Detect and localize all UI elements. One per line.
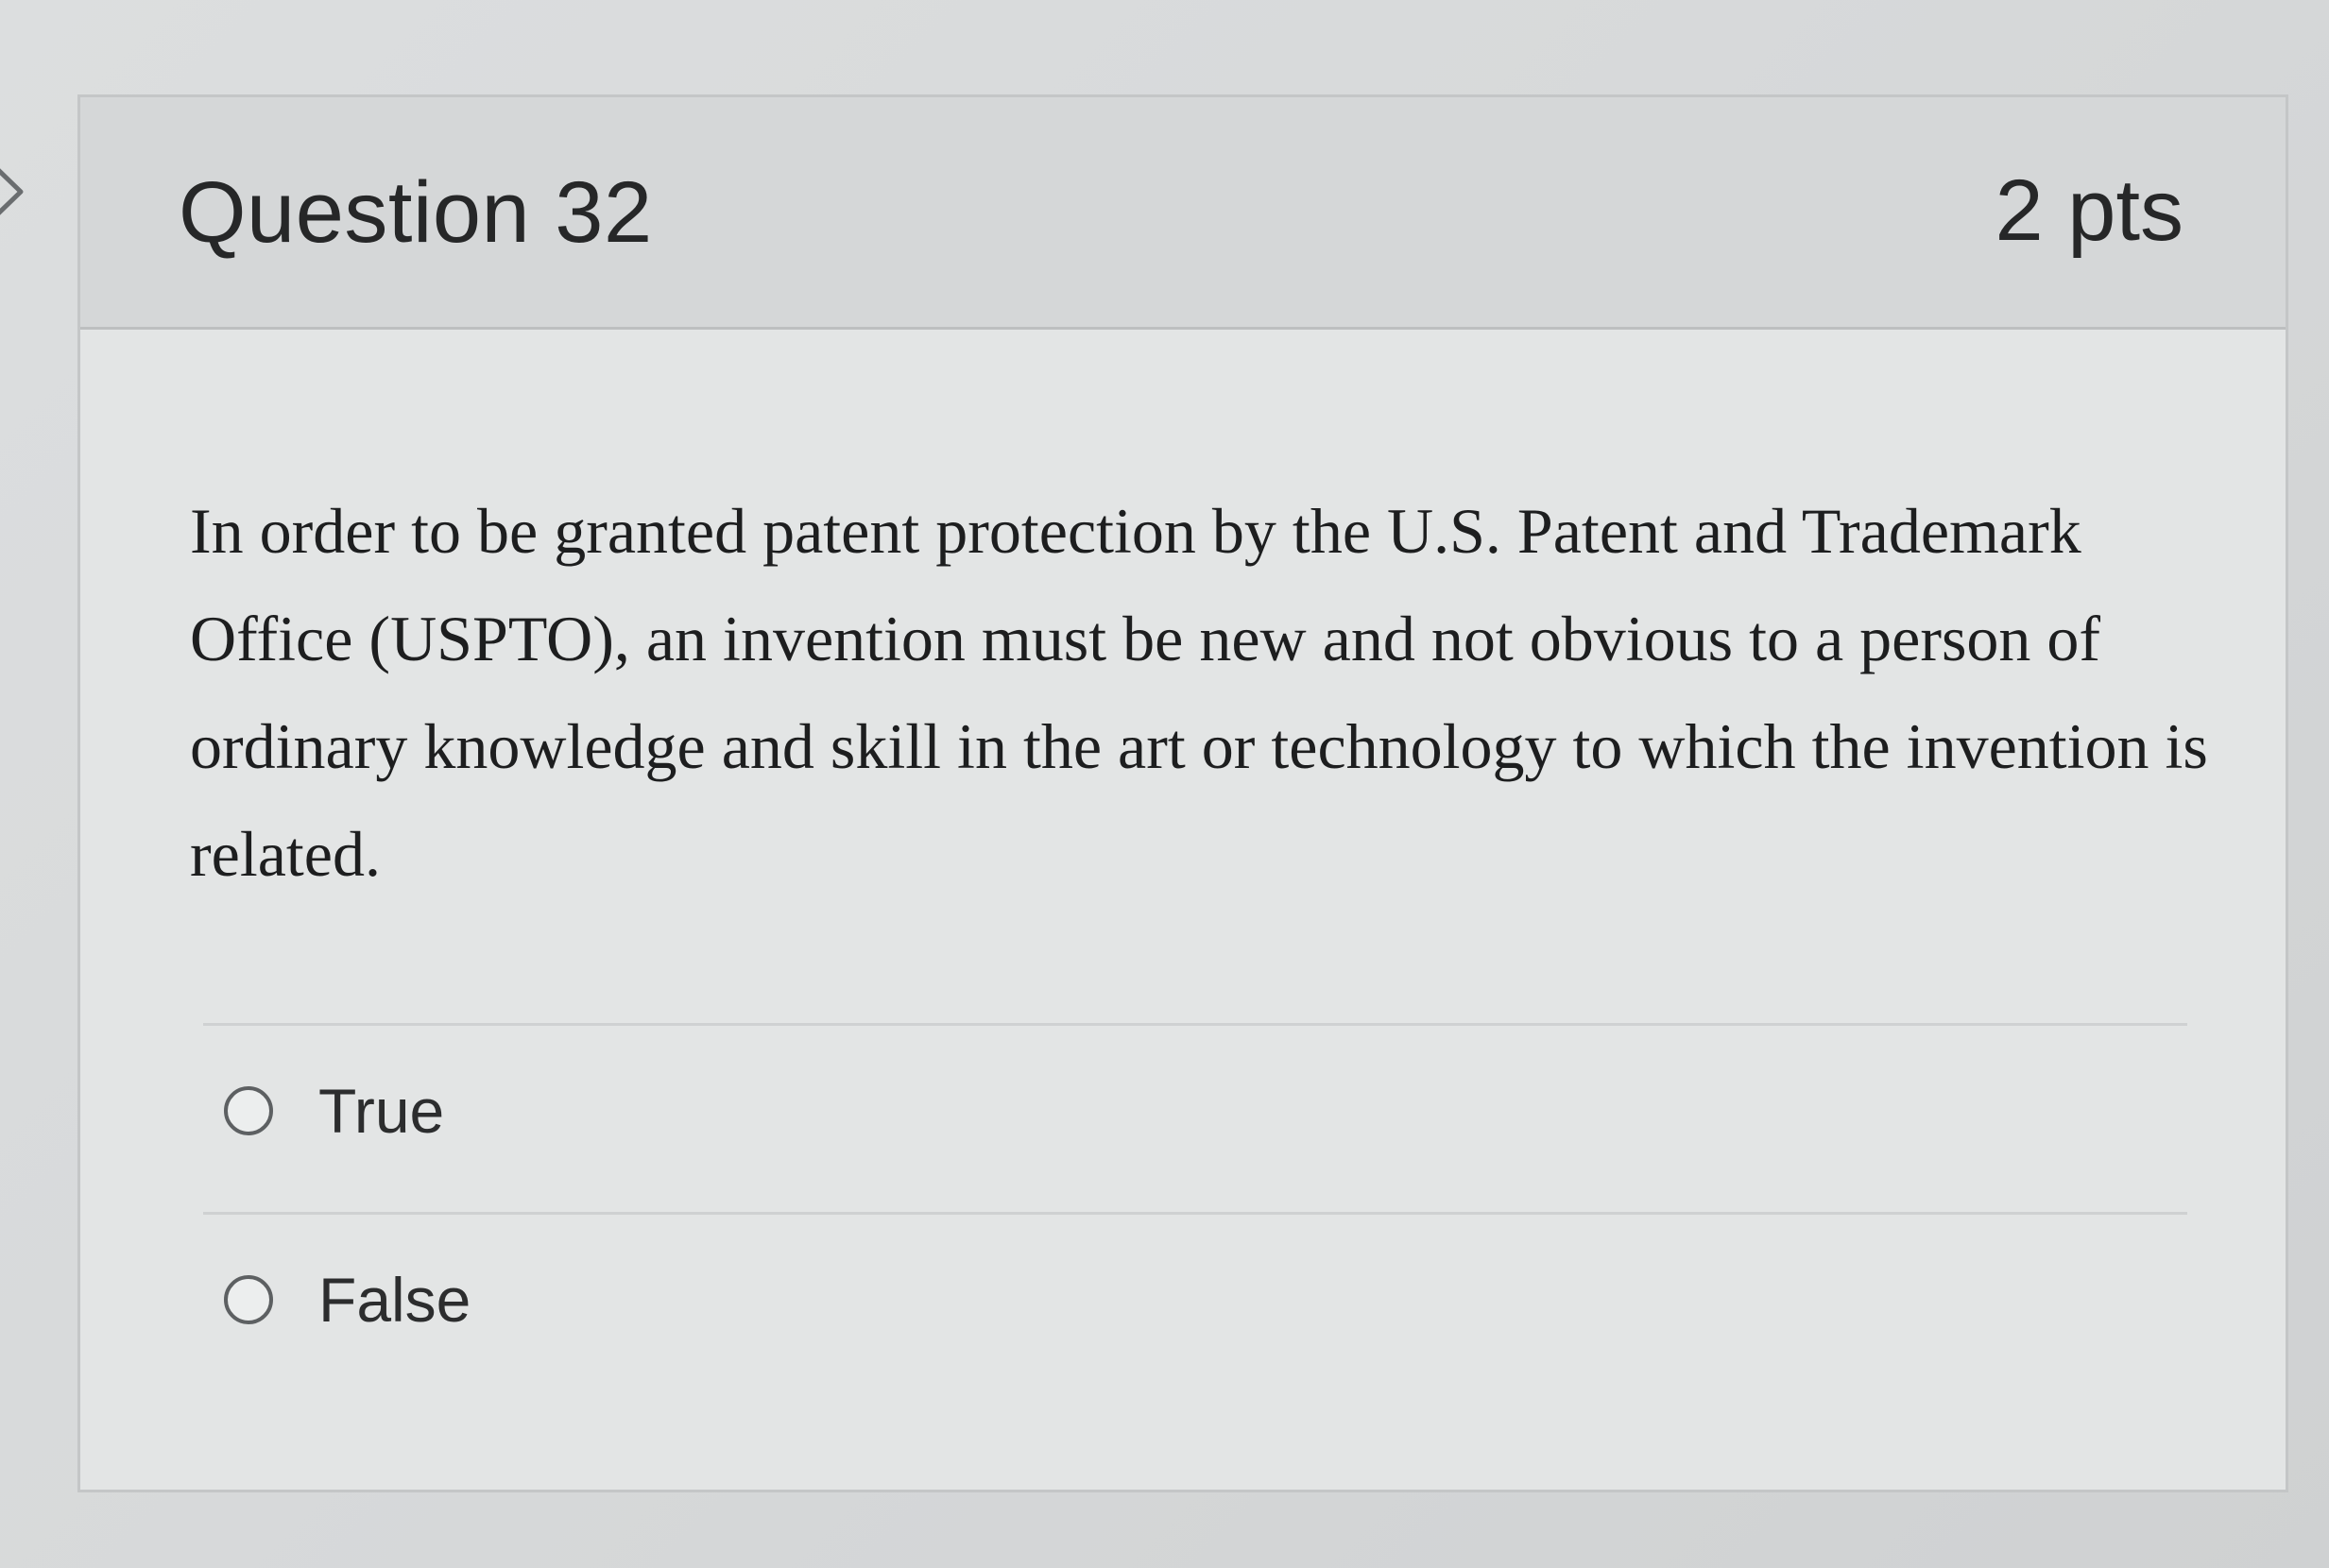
question-points: 2 pts: [1995, 162, 2183, 259]
answer-label-true: True: [318, 1076, 445, 1146]
quiz-page: Question 32 2 pts In order to be granted…: [0, 0, 2329, 1568]
answer-divider: [203, 1023, 2187, 1026]
radio-icon[interactable]: [224, 1275, 273, 1324]
question-title: Question 32: [179, 164, 653, 261]
chevron-right-icon[interactable]: [0, 159, 34, 225]
question-header: Question 32 2 pts: [80, 97, 2286, 330]
answer-divider: [203, 1212, 2187, 1215]
radio-icon[interactable]: [224, 1086, 273, 1135]
answer-option-true[interactable]: True: [224, 1068, 444, 1153]
answer-label-false: False: [318, 1265, 471, 1335]
answer-option-false[interactable]: False: [224, 1257, 471, 1342]
question-card: Question 32 2 pts In order to be granted…: [77, 94, 2288, 1492]
question-text: In order to be granted patent protection…: [190, 495, 2208, 890]
